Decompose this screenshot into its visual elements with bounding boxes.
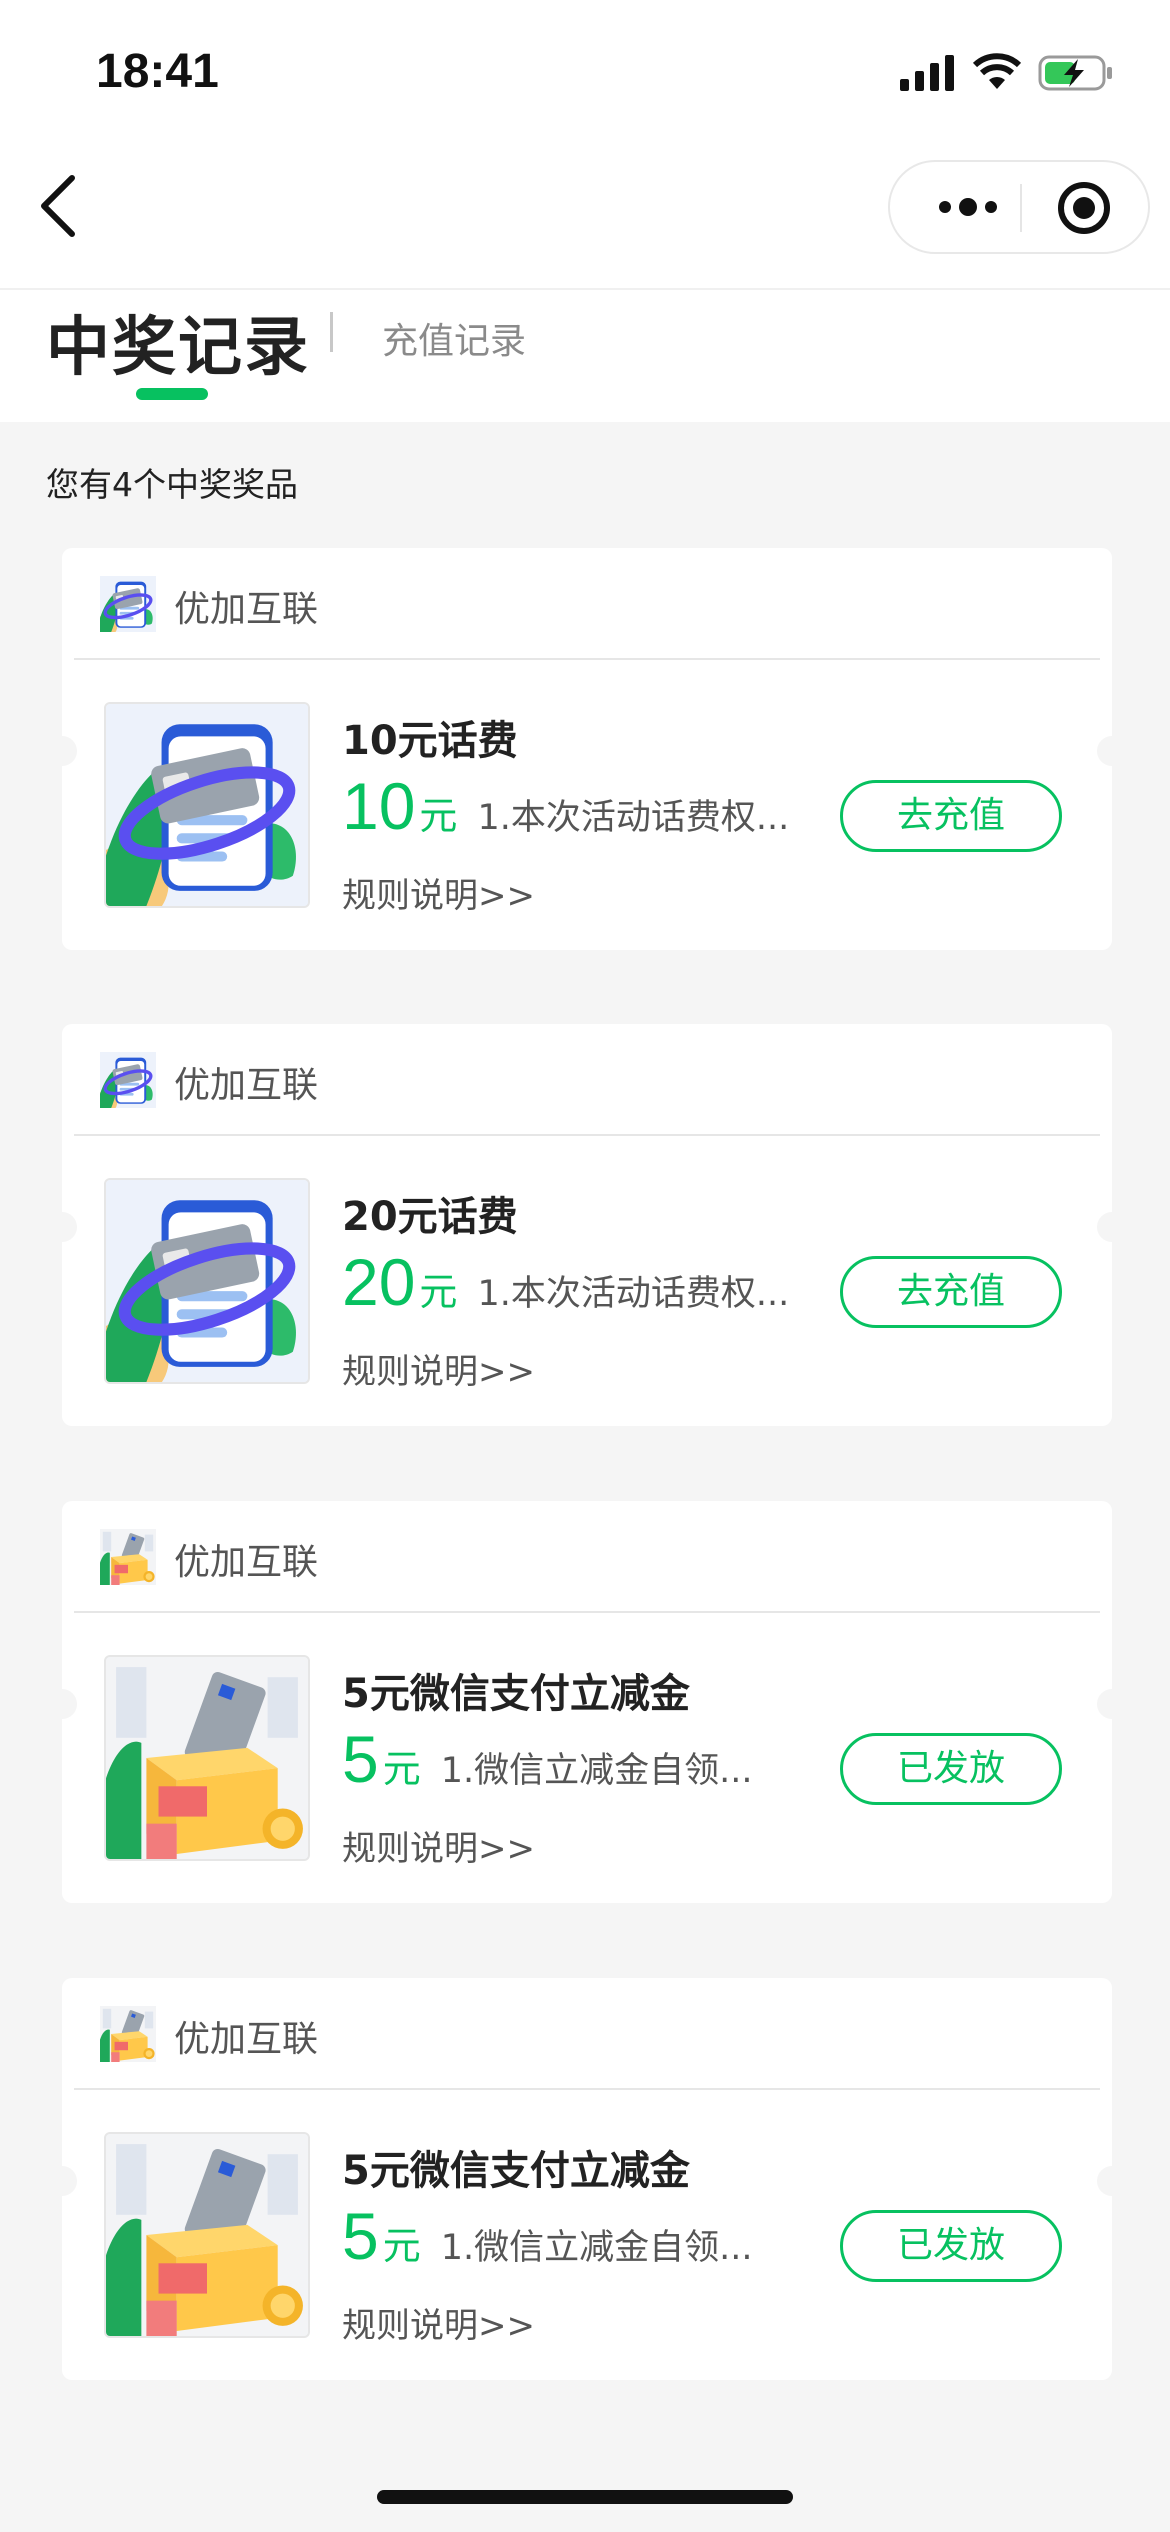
prize-count-summary: 您有4个中奖奖品: [46, 465, 298, 504]
brand-name: 优加互联: [174, 589, 319, 630]
prize-amount-row: 5 元 1.微信立减金自领...: [342, 2198, 753, 2274]
rules-link[interactable]: 规则说明>>: [342, 1821, 535, 1870]
prize-description: 1.微信立减金自领...: [440, 1751, 753, 1791]
prize-description: 1.微信立减金自领...: [440, 2228, 753, 2268]
brand-logo-icon: [100, 1529, 156, 1585]
card-header: 优加互联: [62, 548, 1112, 660]
rules-link[interactable]: 规则说明>>: [342, 868, 535, 917]
rules-link[interactable]: 规则说明>>: [342, 2298, 535, 2347]
phone-card-icon: [104, 1178, 310, 1384]
recharge-button[interactable]: 去充值: [840, 780, 1062, 852]
card-divider: [74, 1611, 1100, 1613]
prize-amount: 5: [342, 2199, 379, 2273]
status-time: 18:41: [96, 45, 219, 98]
prize-unit: 元: [382, 2224, 421, 2268]
rules-link[interactable]: 规则说明>>: [342, 1344, 535, 1393]
home-indicator: [377, 2490, 793, 2504]
brand-logo-icon: [100, 1052, 156, 1108]
card-header: 优加互联: [62, 1978, 1112, 2090]
phone-card-icon: [104, 702, 310, 908]
brand-name: 优加互联: [174, 2019, 319, 2060]
wifi-icon: [972, 53, 1022, 89]
prize-amount-row: 20 元 1.本次活动话费权...: [342, 1244, 789, 1320]
card-divider: [74, 2088, 1100, 2090]
prize-card: 优加互联 10元话费 10 元 1.本次活动话费权... 规则说明>> 去充值: [47, 548, 1127, 950]
mini-program-capsule: [888, 160, 1150, 254]
status-icons: [900, 50, 1114, 96]
prize-card: 优加互联 5元微信支付立减金 5 元 1.微信立减金自领... 规则说明>> 已…: [47, 1501, 1127, 1903]
money-box-icon: [104, 2132, 310, 2338]
issued-button[interactable]: 已发放: [840, 1733, 1062, 1805]
issued-button[interactable]: 已发放: [840, 2210, 1062, 2282]
card-header: 优加互联: [62, 1024, 1112, 1136]
nav-divider: [0, 288, 1170, 290]
tab-separator: [330, 312, 333, 352]
recharge-button[interactable]: 去充值: [840, 1256, 1062, 1328]
prize-card: 优加互联 5元微信支付立减金 5 元 1.微信立减金自领... 规则说明>> 已…: [47, 1978, 1127, 2380]
card-divider: [74, 1134, 1100, 1136]
prize-amount: 10: [342, 769, 416, 843]
card-header: 优加互联: [62, 1501, 1112, 1613]
signal-icon: [900, 55, 954, 91]
brand-name: 优加互联: [174, 1542, 319, 1583]
prize-amount: 20: [342, 1245, 416, 1319]
prize-unit: 元: [419, 794, 458, 838]
prize-amount-row: 5 元 1.微信立减金自领...: [342, 1721, 753, 1797]
capsule-divider: [1020, 184, 1022, 232]
brand-name: 优加互联: [174, 1065, 319, 1106]
tab-active-indicator: [136, 388, 208, 400]
back-arrow-icon[interactable]: [30, 170, 90, 240]
header-area: 18:41 中奖记录 充值记录: [0, 0, 1170, 422]
close-mini-program-icon[interactable]: [1058, 182, 1110, 234]
prize-amount: 5: [342, 1722, 379, 1796]
brand-logo-icon: [100, 576, 156, 632]
prize-name: 20元话费: [342, 1194, 518, 1240]
more-menu-icon[interactable]: [928, 162, 1008, 252]
prize-description: 1.本次活动话费权...: [477, 798, 790, 838]
card-divider: [74, 658, 1100, 660]
prize-description: 1.本次活动话费权...: [477, 1274, 790, 1314]
prize-unit: 元: [382, 1747, 421, 1791]
prize-name: 5元微信支付立减金: [342, 1671, 690, 1717]
brand-logo-icon: [100, 2006, 156, 2062]
money-box-icon: [104, 1655, 310, 1861]
tab-prize-records[interactable]: 中奖记录: [46, 296, 310, 388]
tab-recharge-records[interactable]: 充值记录: [382, 312, 526, 364]
prize-name: 10元话费: [342, 718, 518, 764]
prize-name: 5元微信支付立减金: [342, 2148, 690, 2194]
prize-amount-row: 10 元 1.本次活动话费权...: [342, 768, 789, 844]
battery-charging-icon: [1038, 55, 1112, 91]
prize-unit: 元: [419, 1270, 458, 1314]
prize-card: 优加互联 20元话费 20 元 1.本次活动话费权... 规则说明>> 去充值: [47, 1024, 1127, 1426]
